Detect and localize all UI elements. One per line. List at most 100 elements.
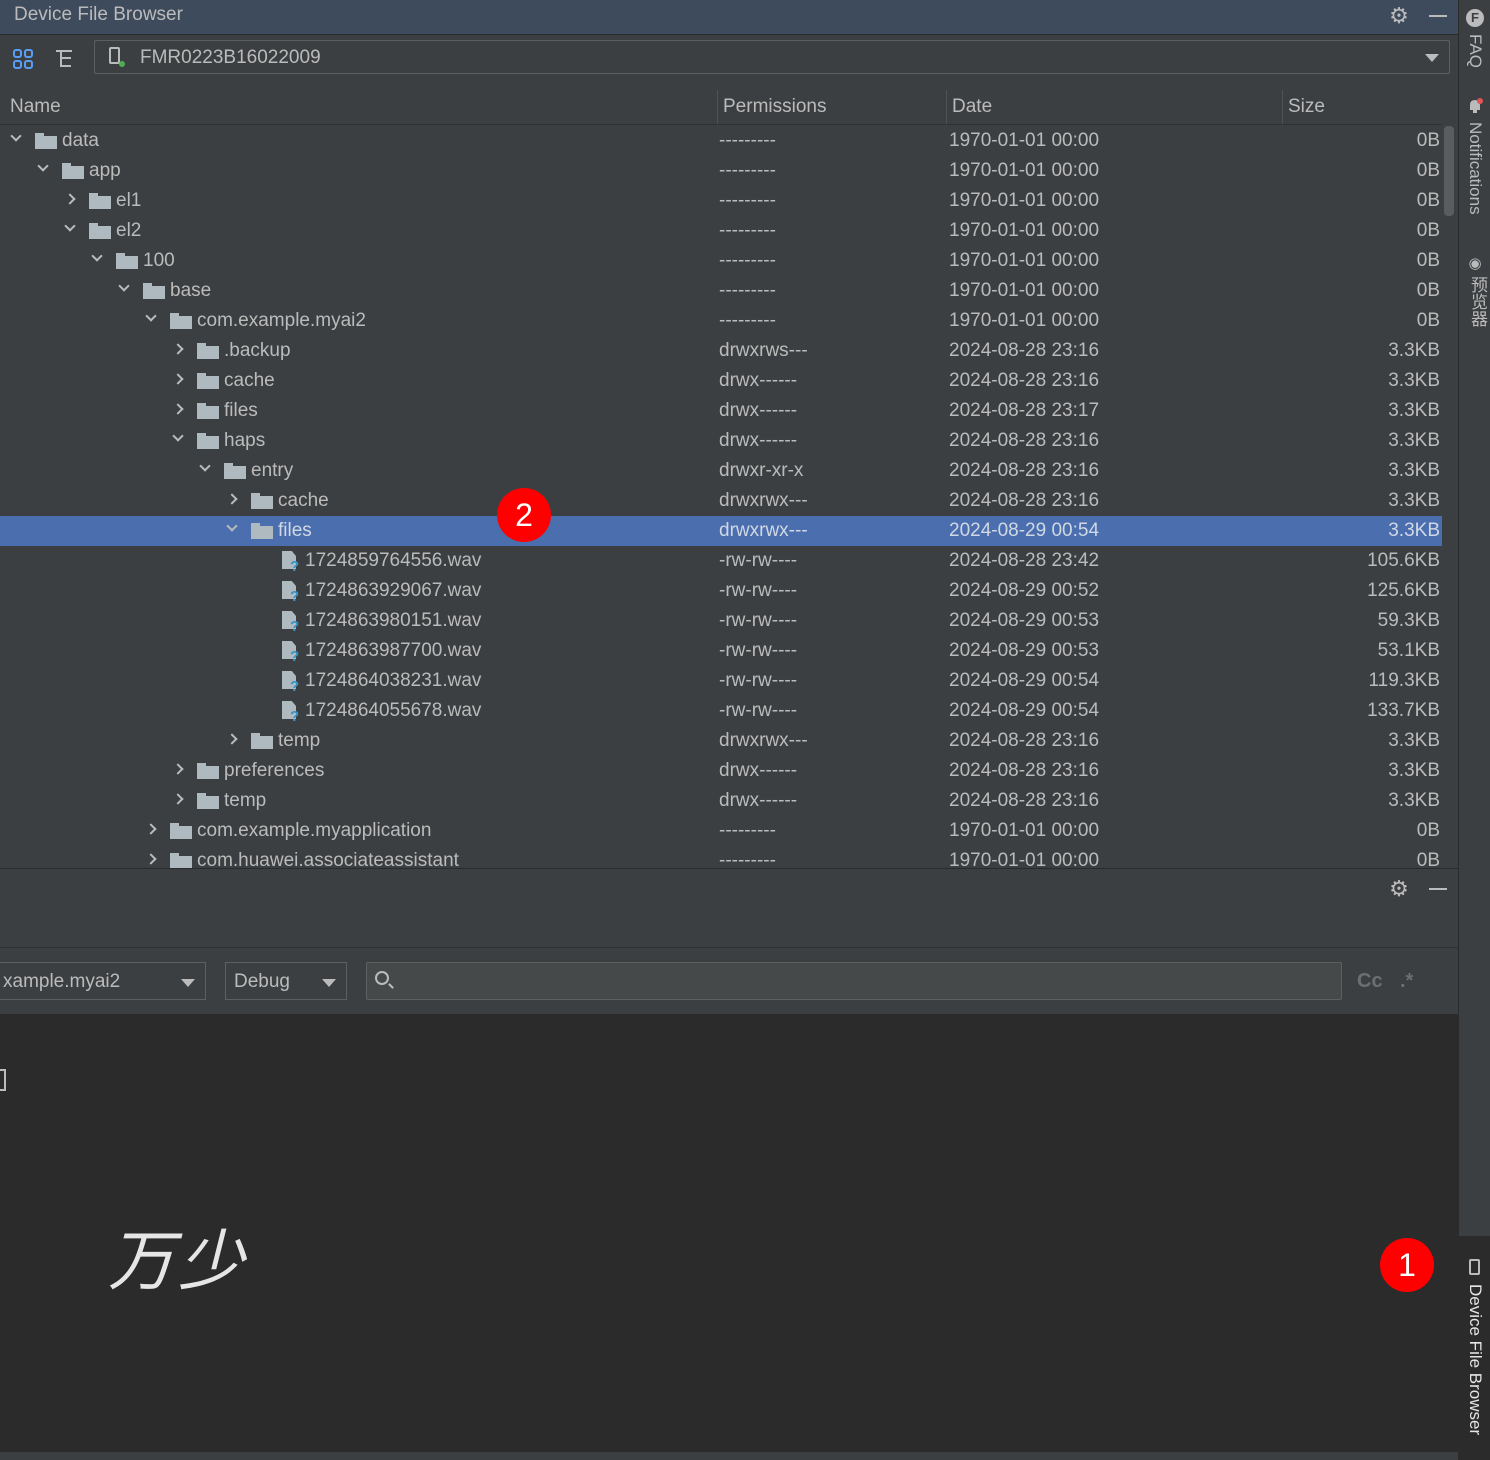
folder-row[interactable]: cache drwx------ 2024-08-28 23:16 3.3KB <box>0 366 1442 396</box>
folder-icon <box>62 163 84 179</box>
folder-icon <box>116 253 138 269</box>
panel-toolbar: FMR0223B16022009 <box>0 35 1458 85</box>
log-level-select[interactable]: Debug <box>225 962 347 1000</box>
file-row[interactable]: ? 1724864055678.wav -rw-rw---- 2024-08-29 0… <box>0 696 1442 726</box>
panel-title: Device File Browser <box>14 4 183 25</box>
row-name: app <box>89 160 121 181</box>
row-size: 59.3KB <box>1377 610 1440 631</box>
device-icon[interactable] <box>1469 1259 1480 1275</box>
row-date: 2024-08-29 00:52 <box>949 580 1100 601</box>
settings-gear-icon[interactable]: ⚙ <box>1386 3 1412 29</box>
column-divider[interactable] <box>1282 90 1283 124</box>
folder-row[interactable]: 100 --------- 1970-01-01 00:00 0B <box>0 246 1442 276</box>
row-permissions: drwxrwx--- <box>719 520 808 541</box>
log-fold-marker <box>0 1069 6 1091</box>
file-row[interactable]: ? 1724863987700.wav -rw-rw---- 2024-08-29 0… <box>0 636 1442 666</box>
folder-row[interactable]: cache drwxrwx--- 2024-08-28 23:16 3.3KB <box>0 486 1442 516</box>
eye-icon[interactable]: ◉ <box>1466 254 1484 272</box>
faq-tab[interactable]: FAQ <box>1465 34 1485 68</box>
row-size: 3.3KB <box>1388 490 1440 511</box>
vertical-scrollbar[interactable] <box>1444 126 1454 216</box>
folder-row[interactable]: preferences drwx------ 2024-08-28 23:16 3.3… <box>0 756 1442 786</box>
folder-row[interactable]: entry drwxr-xr-x 2024-08-28 23:16 3.3KB <box>0 456 1442 486</box>
chevron-right-icon[interactable] <box>226 733 238 745</box>
bell-icon[interactable] <box>1467 98 1483 113</box>
chevron-right-icon[interactable] <box>172 343 184 355</box>
log-search-box[interactable] <box>366 962 1342 1000</box>
row-name: 1724859764556.wav <box>305 550 482 571</box>
chevron-down-icon[interactable] <box>145 310 157 322</box>
row-date: 2024-08-29 00:54 <box>949 520 1100 541</box>
folder-row[interactable]: base --------- 1970-01-01 00:00 0B <box>0 276 1442 306</box>
tree-view-icon[interactable] <box>50 45 78 73</box>
notifications-tab[interactable]: Notifications <box>1465 122 1485 215</box>
folder-row[interactable]: app --------- 1970-01-01 00:00 0B <box>0 156 1442 186</box>
row-permissions: --------- <box>719 250 776 271</box>
folder-row[interactable]: el1 --------- 1970-01-01 00:00 0B <box>0 186 1442 216</box>
grid-view-icon[interactable] <box>9 45 37 73</box>
row-permissions: drwxrwx--- <box>719 730 808 751</box>
folder-row[interactable]: haps drwx------ 2024-08-28 23:16 3.3KB <box>0 426 1442 456</box>
column-divider[interactable] <box>717 90 718 124</box>
file-row[interactable]: ? 1724864038231.wav -rw-rw---- 2024-08-29 0… <box>0 666 1442 696</box>
chevron-down-icon[interactable] <box>199 460 211 472</box>
chevron-right-icon[interactable] <box>64 193 76 205</box>
faq-icon[interactable]: F <box>1466 9 1484 27</box>
chevron-right-icon[interactable] <box>172 793 184 805</box>
log-output-area[interactable]: 万少 <box>0 1015 1458 1452</box>
regex-button[interactable]: .* <box>1400 970 1413 993</box>
folder-icon <box>197 763 219 779</box>
column-header: Name Permissions Date Size <box>0 90 1442 125</box>
chevron-right-icon[interactable] <box>172 403 184 415</box>
row-size: 3.3KB <box>1388 730 1440 751</box>
folder-row[interactable]: data --------- 1970-01-01 00:00 0B <box>0 126 1442 156</box>
column-permissions[interactable]: Permissions <box>723 96 826 118</box>
row-permissions: --------- <box>719 820 776 841</box>
chevron-right-icon[interactable] <box>226 493 238 505</box>
match-case-button[interactable]: Cc <box>1357 970 1383 993</box>
row-name: data <box>62 130 99 151</box>
previewer-tab[interactable]: 预览器 <box>1465 276 1490 327</box>
folder-row[interactable]: files drwxrwx--- 2024-08-29 00:54 3.3KB <box>0 516 1442 546</box>
file-row[interactable]: ? 1724863929067.wav -rw-rw---- 2024-08-29 0… <box>0 576 1442 606</box>
folder-row[interactable]: temp drwx------ 2024-08-28 23:16 3.3KB <box>0 786 1442 816</box>
chevron-right-icon[interactable] <box>172 763 184 775</box>
process-select[interactable]: xample.myai2 <box>0 962 206 1000</box>
file-row[interactable]: ? 1724863980151.wav -rw-rw---- 2024-08-29 0… <box>0 606 1442 636</box>
folder-row[interactable]: com.example.myapplication --------- 1970-0… <box>0 816 1442 846</box>
folder-row[interactable]: .backup drwxrws--- 2024-08-28 23:16 3.3KB <box>0 336 1442 366</box>
folder-row[interactable]: el2 --------- 1970-01-01 00:00 0B <box>0 216 1442 246</box>
chevron-right-icon[interactable] <box>172 373 184 385</box>
chevron-down-icon[interactable] <box>91 250 103 262</box>
minimize-icon[interactable] <box>1425 876 1451 902</box>
column-divider[interactable] <box>946 90 947 124</box>
chevron-down-icon[interactable] <box>172 430 184 442</box>
folder-row[interactable]: temp drwxrwx--- 2024-08-28 23:16 3.3KB <box>0 726 1442 756</box>
file-row[interactable]: ? 1724859764556.wav -rw-rw---- 2024-08-28 2… <box>0 546 1442 576</box>
folder-row[interactable]: files drwx------ 2024-08-28 23:17 3.3KB <box>0 396 1442 426</box>
folder-icon <box>197 373 219 389</box>
chevron-right-icon[interactable] <box>145 853 157 865</box>
device-selector[interactable]: FMR0223B16022009 <box>94 40 1450 74</box>
folder-row[interactable]: com.huawei.associateassistant --------- 19… <box>0 846 1442 868</box>
row-permissions: --------- <box>719 190 776 211</box>
chevron-down-icon[interactable] <box>64 220 76 232</box>
chevron-down-icon[interactable] <box>37 160 49 172</box>
row-date: 1970-01-01 00:00 <box>949 160 1100 181</box>
chevron-down-icon[interactable] <box>10 130 22 142</box>
settings-gear-icon[interactable]: ⚙ <box>1386 876 1412 902</box>
folder-icon <box>251 523 273 539</box>
row-permissions: -rw-rw---- <box>719 580 798 601</box>
chevron-right-icon[interactable] <box>145 823 157 835</box>
column-name[interactable]: Name <box>10 96 61 118</box>
log-level-value: Debug <box>234 971 290 992</box>
chevron-down-icon[interactable] <box>226 520 238 532</box>
column-date[interactable]: Date <box>952 96 992 118</box>
log-search-input[interactable] <box>403 967 1327 997</box>
row-name: el2 <box>116 220 142 241</box>
chevron-down-icon[interactable] <box>118 280 130 292</box>
device-file-browser-tab[interactable]: Device File Browser <box>1465 1284 1485 1435</box>
folder-row[interactable]: com.example.myai2 --------- 1970-01-01 00:… <box>0 306 1442 336</box>
column-size[interactable]: Size <box>1288 96 1325 118</box>
minimize-icon[interactable] <box>1425 3 1451 29</box>
